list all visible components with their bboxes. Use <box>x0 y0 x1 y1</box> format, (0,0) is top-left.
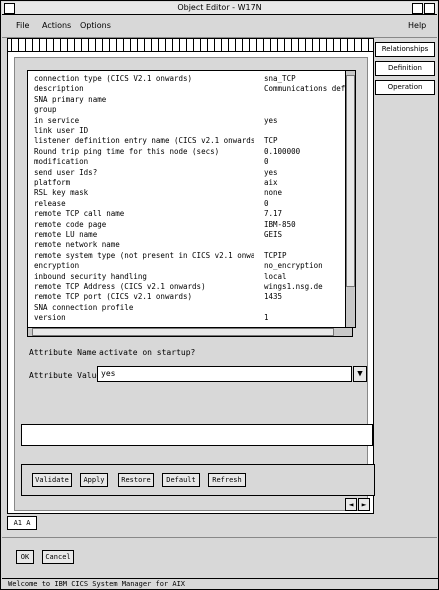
refresh-button[interactable]: Refresh <box>208 473 246 487</box>
attribute-key: send user Ids? <box>34 167 98 177</box>
tab-definition[interactable]: Definition <box>375 61 435 76</box>
attribute-key: link user ID <box>34 126 89 135</box>
tab-relationships[interactable]: Relationships <box>375 42 435 57</box>
menu-actions[interactable]: Actions <box>42 21 71 30</box>
message-field <box>21 424 373 446</box>
page-tab[interactable]: A1 A <box>7 516 37 530</box>
attribute-value-label: Attribute Value <box>29 371 102 380</box>
attribute-value: 0 <box>264 157 269 167</box>
tab-operation[interactable]: Operation <box>375 80 435 95</box>
attribute-key: version <box>34 313 66 323</box>
next-page-icon[interactable]: ► <box>358 498 370 511</box>
attribute-value: local <box>264 271 287 281</box>
menu-options[interactable]: Options <box>80 21 111 30</box>
attribute-value: 0.100000 <box>264 146 301 156</box>
default-button[interactable]: Default <box>162 473 200 487</box>
attribute-value: 1435 <box>264 292 283 302</box>
title-bar: Object Editor - W17N <box>2 2 437 15</box>
object-editor-window: Object Editor - W17N File Actions Option… <box>0 0 439 590</box>
attribute-key: Round trip ping time for this node (secs… <box>34 146 220 156</box>
attribute-key: in service <box>34 115 80 125</box>
status-bar: Welcome to IBM CICS System Manager for A… <box>2 578 439 590</box>
attribute-value: yes <box>264 115 278 125</box>
attribute-value: TCP <box>264 136 278 146</box>
maximize-icon[interactable] <box>424 3 435 14</box>
attribute-value: no_encryption <box>264 261 323 271</box>
minimize-icon[interactable] <box>412 3 423 14</box>
attribute-key: modification <box>34 157 89 167</box>
attribute-name-label: Attribute Name <box>29 348 97 357</box>
attribute-key: release <box>34 198 66 208</box>
menu-file[interactable]: File <box>16 21 29 30</box>
attribute-key: description <box>34 84 84 94</box>
definition-panel: connection type (CICS V2.1 onwards) sna_T… <box>14 57 375 511</box>
restore-button[interactable]: Restore <box>118 473 154 487</box>
attribute-value: aix <box>264 178 278 187</box>
ok-button[interactable]: OK <box>16 550 34 564</box>
attribute-key: SNA connection profile <box>34 302 134 312</box>
menu-bar: File Actions Options Help <box>2 15 437 38</box>
action-button-group: Validate Apply Restore Default Refresh <box>21 464 375 496</box>
attribute-key: SNA primary name <box>34 94 107 104</box>
attribute-key: group <box>34 105 57 115</box>
attribute-value-dropdown[interactable]: ▼ <box>353 366 367 382</box>
attribute-value: GEIS <box>264 230 283 239</box>
attribute-key: remote code page <box>34 219 107 229</box>
attribute-list-vscroll[interactable] <box>345 70 356 328</box>
attribute-key: remote TCP port (CICS v2.1 onwards) <box>34 292 193 302</box>
attribute-key: remote LU name <box>34 230 98 239</box>
attribute-value: 7.17 <box>264 209 283 219</box>
attribute-name-value: activate on startup? <box>99 348 196 357</box>
attribute-value: IBM-850 <box>264 219 296 229</box>
window-menu-icon[interactable] <box>4 3 15 14</box>
attribute-key: remote network name <box>34 240 120 250</box>
attribute-list-hscroll[interactable] <box>27 327 353 337</box>
menu-help[interactable]: Help <box>408 21 426 30</box>
attribute-value: 0 <box>264 198 269 208</box>
validate-button[interactable]: Validate <box>32 473 72 487</box>
attribute-value: TCPIP <box>264 250 287 260</box>
prev-page-icon[interactable]: ◄ <box>345 498 357 511</box>
attribute-value-input[interactable]: yes <box>97 366 352 382</box>
attribute-value: Communications definit <box>264 84 352 94</box>
attribute-value: none <box>264 188 283 198</box>
apply-button[interactable]: Apply <box>80 473 108 487</box>
vscroll-thumb[interactable] <box>346 75 355 287</box>
attribute-key: encryption <box>34 261 80 271</box>
dialog-footer: OK Cancel <box>2 537 437 578</box>
attribute-key: RSL key mask <box>34 188 89 198</box>
notebook-spiral <box>8 39 373 52</box>
notebook: connection type (CICS V2.1 onwards) sna_T… <box>7 38 375 514</box>
attribute-key: inbound security handling <box>34 271 147 281</box>
window-title: Object Editor - W17N <box>177 3 262 12</box>
attribute-list[interactable]: connection type (CICS V2.1 onwards) sna_T… <box>27 70 353 328</box>
attribute-value: yes <box>264 167 278 177</box>
cancel-button[interactable]: Cancel <box>42 550 74 564</box>
attribute-key: remote system type (not present in CICS … <box>34 250 254 260</box>
attribute-key: remote TCP call name <box>34 209 125 219</box>
attribute-value: sna_TCP <box>264 74 296 83</box>
attribute-key: connection type (CICS V2.1 onwards) <box>34 74 193 83</box>
attribute-value: 1 <box>264 313 269 323</box>
attribute-value: wings1.nsg.de <box>264 282 323 291</box>
attribute-key: remote TCP Address (CICS v2.1 onwards) <box>34 282 206 291</box>
hscroll-thumb[interactable] <box>32 328 334 336</box>
attribute-key: listener definition entry name (CICS v2.… <box>34 136 254 146</box>
attribute-key: platform <box>34 178 71 187</box>
